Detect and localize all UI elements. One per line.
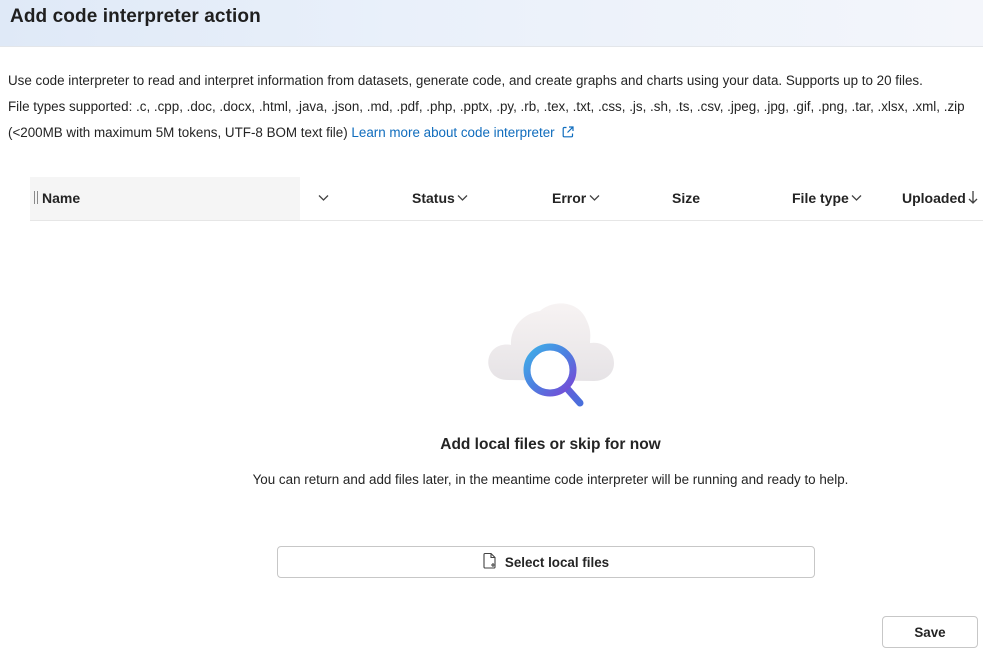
column-resize-handle[interactable] <box>34 191 38 204</box>
empty-state-subtitle: You can return and add files later, in t… <box>252 472 849 487</box>
cloud-search-icon <box>486 297 616 412</box>
files-table-header: Name Status Error Size File type Uploade… <box>30 177 983 221</box>
column-file-type-chevron-down-icon[interactable] <box>850 191 863 209</box>
dialog-title: Add code interpreter action <box>10 6 261 27</box>
empty-state-title: Add local files or skip for now <box>440 436 661 453</box>
document-add-icon <box>483 552 497 572</box>
column-file-type-label[interactable]: File type <box>792 190 849 206</box>
column-name-chevron-down-icon[interactable] <box>317 191 330 209</box>
column-error-chevron-down-icon[interactable] <box>588 191 601 209</box>
description-line-2: File types supported: .c, .cpp, .doc, .d… <box>8 99 965 114</box>
external-link-icon <box>561 122 575 148</box>
select-local-files-label: Select local files <box>504 554 610 570</box>
dialog-header: Add code interpreter action <box>0 0 983 47</box>
column-error-label[interactable]: Error <box>552 190 586 206</box>
column-header-name[interactable]: Name <box>30 177 300 220</box>
column-uploaded-label[interactable]: Uploaded <box>902 190 966 206</box>
column-size-label[interactable]: Size <box>672 190 700 206</box>
description-line-3-text: (<200MB with maximum 5M tokens, UTF-8 BO… <box>8 125 348 140</box>
description: Use code interpreter to read and interpr… <box>8 68 976 148</box>
learn-more-link-label: Learn more about code interpreter <box>351 125 555 140</box>
description-line-3: (<200MB with maximum 5M tokens, UTF-8 BO… <box>8 120 976 148</box>
column-status-chevron-down-icon[interactable] <box>456 191 469 209</box>
column-status-label[interactable]: Status <box>412 190 455 206</box>
sort-arrow-down-icon[interactable] <box>967 190 979 210</box>
save-button[interactable]: Save <box>882 616 978 648</box>
column-name-label: Name <box>42 190 81 206</box>
description-line-1: Use code interpreter to read and interpr… <box>8 73 923 88</box>
select-local-files-button[interactable]: Select local files <box>277 546 815 578</box>
learn-more-link[interactable]: Learn more about code interpreter <box>351 125 574 140</box>
